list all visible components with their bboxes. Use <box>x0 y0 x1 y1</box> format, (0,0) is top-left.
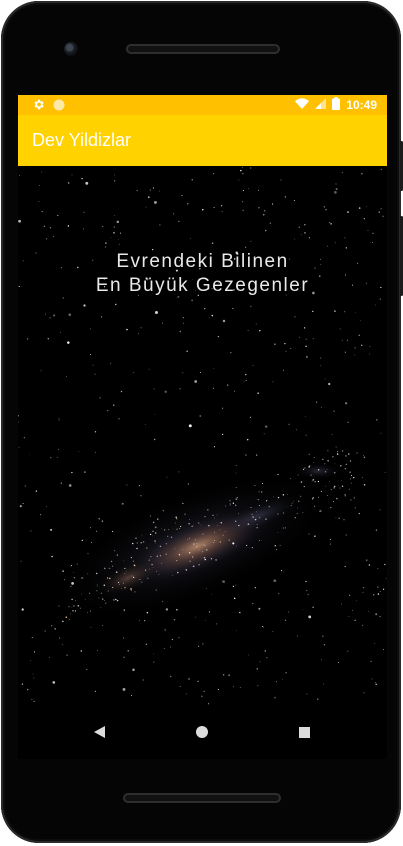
hero-line-1: Evrendeki Bilinen <box>116 251 289 272</box>
front-camera <box>64 42 78 56</box>
wifi-icon <box>295 97 310 113</box>
earpiece-speaker <box>126 44 280 54</box>
app-title: Dev Yildizlar <box>32 130 132 150</box>
hero-line-2: En Büyük Gezegenler <box>95 275 310 296</box>
back-icon[interactable] <box>90 722 110 742</box>
app-bar: Dev Yildizlar <box>18 115 387 166</box>
home-icon[interactable] <box>192 722 212 742</box>
screen: 10:49 Dev Yildizlar Evrendeki Bilinen En… <box>18 95 387 759</box>
circle-status-icon <box>53 99 65 114</box>
settings-gear-icon <box>32 98 45 114</box>
starfield-illustration <box>18 167 387 705</box>
status-bar: 10:49 <box>18 95 387 115</box>
bottom-speaker <box>123 793 281 803</box>
galaxy-background-image: Evrendeki Bilinen En Büyük Gezegenler <box>18 166 387 706</box>
recents-icon[interactable] <box>294 722 314 742</box>
navigation-bar <box>18 706 387 759</box>
cell-signal-icon <box>315 98 327 112</box>
phone-frame: 10:49 Dev Yildizlar Evrendeki Bilinen En… <box>1 1 403 843</box>
battery-icon <box>332 97 341 113</box>
hero-title: Evrendeki Bilinen En Büyük Gezegenler <box>18 250 387 298</box>
status-time: 10:49 <box>346 98 377 112</box>
